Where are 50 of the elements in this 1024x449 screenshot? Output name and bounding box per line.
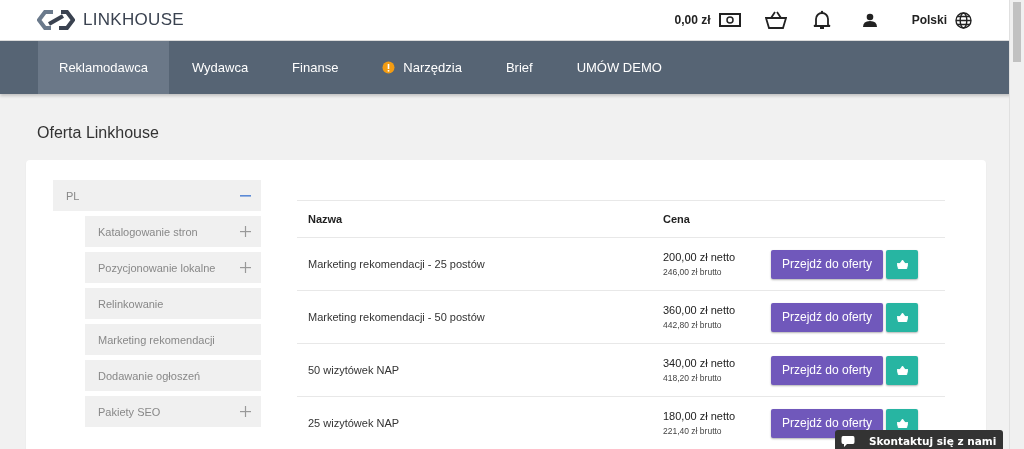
bell-icon[interactable] bbox=[812, 10, 831, 30]
basket-icon[interactable] bbox=[764, 11, 787, 29]
logo-text[interactable]: LINKHOUSE bbox=[83, 10, 184, 30]
category-item[interactable]: Relinkowanie bbox=[85, 288, 261, 319]
gross-price: 418,20 zł brutto bbox=[663, 373, 723, 383]
scrollbar[interactable] bbox=[1009, 0, 1024, 449]
gross-price: 246,00 zł brutto bbox=[663, 267, 723, 277]
offer-button[interactable]: Przejdź do oferty bbox=[771, 249, 883, 279]
product-name: Marketing rekomendacji - 50 postów bbox=[307, 311, 486, 323]
net-price: 180,00 zł netto bbox=[663, 410, 737, 422]
column-header: Nazwa bbox=[307, 213, 344, 225]
net-price: 200,00 zł netto bbox=[663, 251, 737, 263]
globe-icon[interactable] bbox=[955, 11, 972, 29]
category-item[interactable]: Dodawanie ogłoszeń bbox=[85, 360, 261, 391]
nav-tab[interactable]: Finanse bbox=[271, 41, 360, 94]
category-item[interactable]: PL bbox=[53, 180, 261, 211]
nav-tab[interactable]: Narzędzia bbox=[361, 41, 483, 94]
logo-icon bbox=[37, 8, 75, 32]
nav-tab[interactable]: Wydawca bbox=[170, 41, 270, 94]
category-item[interactable]: Pakiety SEO bbox=[85, 396, 261, 427]
chat-toast[interactable]: Skontaktuj się z nami bbox=[835, 430, 1003, 449]
category-item[interactable]: Pozycjonowanie lokalne bbox=[85, 252, 261, 283]
basket-icon bbox=[896, 365, 908, 375]
chat-icon bbox=[841, 434, 855, 448]
product-name: Marketing rekomendacji - 25 postów bbox=[307, 258, 486, 270]
plus-icon[interactable] bbox=[240, 226, 251, 237]
offer-button[interactable]: Przejdź do oferty bbox=[771, 355, 883, 385]
nav-tab[interactable]: Brief bbox=[484, 41, 554, 94]
basket-icon bbox=[896, 418, 908, 428]
offer-button[interactable]: Przejdź do oferty bbox=[771, 302, 883, 332]
balance: 0,00 zł bbox=[674, 13, 711, 27]
language-selector[interactable]: Polski bbox=[911, 13, 947, 27]
gross-price: 221,40 zł brutto bbox=[663, 426, 723, 436]
page-title: Oferta Linkhouse bbox=[37, 124, 160, 142]
net-price: 340,00 zł netto bbox=[663, 357, 737, 369]
basket-icon bbox=[896, 259, 908, 269]
basket-icon bbox=[896, 312, 908, 322]
product-name: 25 wizytówek NAP bbox=[307, 417, 401, 429]
user-icon[interactable] bbox=[862, 13, 877, 27]
plus-icon[interactable] bbox=[240, 262, 251, 273]
gross-price: 442,80 zł brutto bbox=[663, 320, 723, 330]
product-name: 50 wizytówek NAP bbox=[307, 364, 401, 376]
plus-icon[interactable] bbox=[240, 406, 251, 417]
category-item[interactable]: Katalogowanie stron bbox=[85, 216, 261, 247]
nav-tab[interactable]: UMÓW DEMO bbox=[555, 41, 683, 94]
nav-tab[interactable]: Reklamodawca bbox=[38, 41, 169, 94]
net-price: 360,00 zł netto bbox=[663, 304, 737, 316]
money-icon[interactable] bbox=[718, 13, 741, 27]
category-item[interactable]: Marketing rekomendacji bbox=[85, 324, 261, 355]
column-header: Cena bbox=[663, 213, 691, 225]
